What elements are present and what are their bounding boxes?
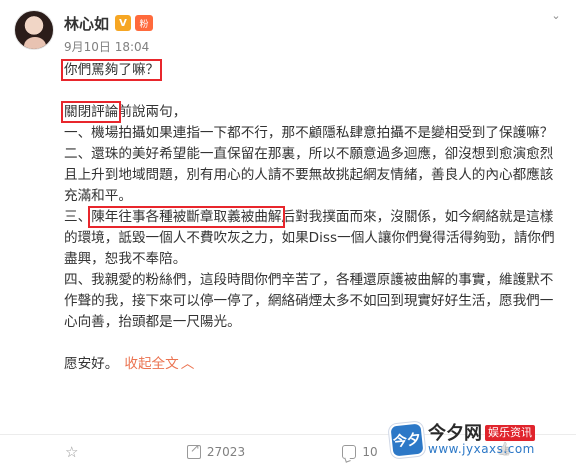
paragraph-1: 一、機場拍攝如果連指一下都不行，那不顧隱私肆意拍攝不是變相受到了保護嘛？ [64, 125, 554, 141]
watermark-text: 今夕网 娱乐资讯 www.jyxaxs.com [428, 422, 535, 457]
verified-badge-icon: V [115, 15, 132, 31]
paragraph-2: 二、還珠的美好希望能一直保留在那裏，所以不願意過多迴應，卻沒想到愈演愈烈且上升到… [64, 146, 554, 204]
paragraph-intro-rest: 前說兩句， [118, 104, 187, 120]
paragraph-closing: 愿安好。 收起全文 ︿ [64, 354, 564, 375]
post-header: 林心如 V 粉 [64, 12, 154, 34]
watermark-tag: 娱乐资讯 [485, 425, 535, 442]
collapse-full-text-link[interactable]: 收起全文 [124, 356, 178, 372]
watermark-name: 今夕网 [428, 422, 482, 444]
repost-count: 27023 [206, 444, 246, 459]
username[interactable]: 林心如 [64, 13, 109, 34]
closing-text: 愿安好。 [64, 356, 119, 372]
post-timestamp[interactable]: 9月10日 18:04 [64, 38, 149, 55]
fan-badge-icon: 粉 [135, 15, 154, 31]
favorite-button[interactable] [0, 435, 144, 468]
chevron-up-icon[interactable]: ︿ [181, 356, 195, 372]
comment-count: 10 [362, 444, 378, 459]
paragraph-intro: 關閉評論前說兩句， [60, 101, 564, 123]
star-icon [65, 443, 79, 461]
paragraph-3-prefix: 三、 [64, 209, 92, 225]
post-content: 你們罵夠了嘛？ 關閉評論前說兩句， 一、機場拍攝如果連指一下都不行，那不顧隱私肆… [60, 59, 564, 375]
repost-button[interactable]: 27023 [144, 435, 288, 468]
paragraph-4: 四、我親愛的粉絲們，這段時間你們辛苦了，各種還原護被曲解的事實，維護默不作聲的我… [64, 272, 554, 330]
site-watermark: 今夕 今夕网 娱乐资讯 www.jyxaxs.com [388, 412, 576, 468]
comment-icon [342, 444, 357, 459]
weibo-post: 林心如 V 粉 9月10日 18:04 ⌄ 你們罵夠了嘛？ 關閉評論前說兩句， … [0, 0, 576, 468]
paragraph-3: 三、陳年往事各種被斷章取義被曲解后對我撲面而來，沒關係，如今網絡就是這樣的環境，… [64, 206, 564, 270]
highlight-box-3: 陳年往事各種被斷章取義被曲解 [88, 206, 285, 228]
watermark-logo: 今夕 [388, 421, 426, 459]
avatar[interactable] [14, 10, 54, 50]
chevron-down-icon[interactable]: ⌄ [550, 10, 562, 22]
share-icon [186, 441, 201, 459]
highlight-box-2: 關閉評論 [60, 101, 122, 123]
watermark-url: www.jyxaxs.com [428, 442, 535, 457]
watermark-title-row: 今夕网 娱乐资讯 [428, 422, 535, 444]
highlight-box-1: 你們罵夠了嘛？ [60, 59, 163, 81]
